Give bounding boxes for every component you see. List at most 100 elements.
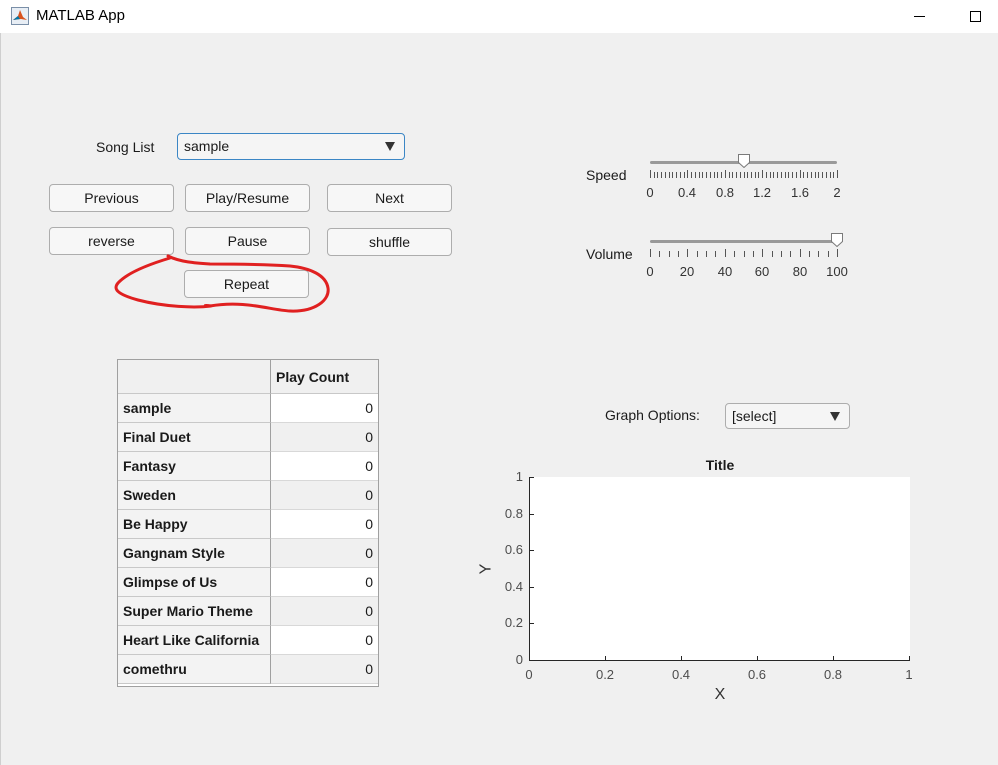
volume-tick-label: 40 xyxy=(717,264,733,279)
next-button[interactable]: Next xyxy=(327,184,452,212)
y-axis-line xyxy=(529,477,530,661)
table-row-count[interactable]: 0 xyxy=(271,481,378,510)
volume-minor-tick xyxy=(697,251,698,257)
y-axis-tick xyxy=(530,660,534,661)
speed-minor-tick xyxy=(747,172,748,178)
speed-minor-tick xyxy=(717,172,718,178)
speed-major-tick xyxy=(725,170,726,178)
shuffle-button[interactable]: shuffle xyxy=(327,228,452,256)
volume-minor-tick xyxy=(828,251,829,257)
volume-major-tick xyxy=(725,249,726,257)
volume-minor-tick xyxy=(781,251,782,257)
table-row-count[interactable]: 0 xyxy=(271,423,378,452)
volume-minor-tick xyxy=(669,251,670,257)
table-row-count[interactable]: 0 xyxy=(271,626,378,655)
table-row-count[interactable]: 0 xyxy=(271,655,378,684)
speed-major-tick xyxy=(837,170,838,178)
window-left-edge xyxy=(0,33,1,765)
maximize-icon xyxy=(969,10,981,22)
speed-tick-label: 2 xyxy=(833,185,841,200)
x-axis-tick xyxy=(605,656,606,660)
y-tick-label: 1 xyxy=(515,469,523,484)
y-axis-tick xyxy=(530,623,534,624)
table-header-corner xyxy=(118,360,271,394)
volume-tick-label: 0 xyxy=(646,264,654,279)
x-tick-label: 0.8 xyxy=(823,667,843,682)
speed-minor-tick xyxy=(684,172,685,178)
table-row-name: Glimpse of Us xyxy=(118,568,271,597)
table-row-count[interactable]: 0 xyxy=(271,452,378,481)
speed-minor-tick xyxy=(702,172,703,178)
speed-minor-tick xyxy=(773,172,774,178)
x-axis-tick xyxy=(681,656,682,660)
play-count-table[interactable]: Play Count sample 0 Final Duet 0 Fantasy 0 Swe… xyxy=(117,359,379,687)
y-axis-tick xyxy=(530,587,534,588)
table-header-play-count[interactable]: Play Count xyxy=(271,360,378,394)
volume-tick-label: 60 xyxy=(754,264,770,279)
volume-minor-tick xyxy=(772,251,773,257)
speed-minor-tick xyxy=(657,172,658,178)
volume-minor-tick xyxy=(678,251,679,257)
table-row-count[interactable]: 0 xyxy=(271,568,378,597)
graph-options-dropdown[interactable]: [select] xyxy=(725,403,850,429)
volume-minor-tick xyxy=(734,251,735,257)
speed-minor-tick xyxy=(744,172,745,178)
speed-minor-tick xyxy=(699,172,700,178)
speed-tick-label: 1.2 xyxy=(752,185,772,200)
table-row-count[interactable]: 0 xyxy=(271,539,378,568)
speed-tick-label: 0.4 xyxy=(677,185,697,200)
speed-minor-tick xyxy=(830,172,831,178)
table-row-name: Be Happy xyxy=(118,510,271,539)
volume-slider-thumb-shape xyxy=(831,233,843,247)
speed-minor-tick xyxy=(785,172,786,178)
y-tick-label: 0.4 xyxy=(504,579,523,594)
speed-tick-label: 0.8 xyxy=(715,185,735,200)
y-tick-label: 0.6 xyxy=(504,542,523,557)
x-axis-tick xyxy=(833,656,834,660)
speed-minor-tick xyxy=(736,172,737,178)
speed-minor-tick xyxy=(755,172,756,178)
volume-major-tick xyxy=(687,249,688,257)
volume-minor-tick xyxy=(659,251,660,257)
x-tick-label: 0.2 xyxy=(595,667,615,682)
table-row-name: Heart Like California xyxy=(118,626,271,655)
song-list-dropdown[interactable]: sample xyxy=(177,133,405,160)
speed-minor-tick xyxy=(770,172,771,178)
table-row-name: Super Mario Theme xyxy=(118,597,271,626)
speed-minor-tick xyxy=(691,172,692,178)
volume-label: Volume xyxy=(586,246,633,262)
speed-minor-tick xyxy=(714,172,715,178)
red-circle-annotation xyxy=(114,254,330,313)
minimize-button[interactable] xyxy=(906,4,932,28)
speed-minor-tick xyxy=(788,172,789,178)
volume-slider-track[interactable] xyxy=(650,240,837,243)
x-axis-tick xyxy=(757,656,758,660)
speed-minor-tick xyxy=(676,172,677,178)
speed-tick-label: 0 xyxy=(646,185,654,200)
x-tick-label: 0.4 xyxy=(671,667,691,682)
volume-minor-tick xyxy=(744,251,745,257)
volume-slider-thumb[interactable] xyxy=(831,233,843,247)
speed-label: Speed xyxy=(586,167,627,183)
play-resume-button[interactable]: Play/Resume xyxy=(185,184,310,212)
previous-button[interactable]: Previous xyxy=(49,184,174,212)
y-axis-tick xyxy=(530,477,534,478)
table-row-count[interactable]: 0 xyxy=(271,394,378,423)
volume-tick-label: 100 xyxy=(826,264,848,279)
maximize-button[interactable] xyxy=(962,4,988,28)
speed-slider-thumb[interactable] xyxy=(738,154,750,168)
volume-major-tick xyxy=(762,249,763,257)
x-tick-label: 0.6 xyxy=(747,667,767,682)
plot-area[interactable] xyxy=(529,477,910,661)
speed-minor-tick xyxy=(815,172,816,178)
volume-minor-tick xyxy=(790,251,791,257)
speed-minor-tick xyxy=(811,172,812,178)
speed-minor-tick xyxy=(818,172,819,178)
table-row-count[interactable]: 0 xyxy=(271,597,378,626)
table-row-count[interactable]: 0 xyxy=(271,510,378,539)
table-row-name: Fantasy xyxy=(118,452,271,481)
speed-tick-label: 1.6 xyxy=(790,185,810,200)
speed-minor-tick xyxy=(758,172,759,178)
y-axis-tick xyxy=(530,550,534,551)
x-axis-tick xyxy=(909,656,910,660)
